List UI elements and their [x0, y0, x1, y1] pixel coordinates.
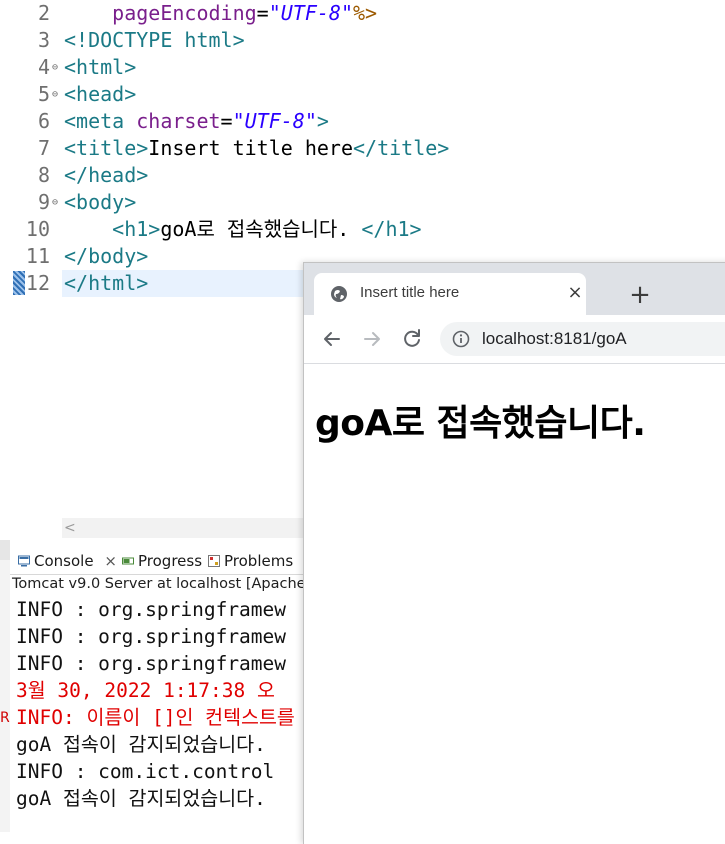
code-token: <!DOCTYPE html> [64, 28, 245, 52]
page-viewport: goA로 접속했습니다. [304, 364, 725, 844]
code-text: <title>Insert title here</title> [64, 135, 449, 162]
new-tab-plus-icon[interactable]: + [626, 281, 654, 309]
line-number: 9 [37, 190, 50, 214]
console-line: INFO : org.springframew [16, 598, 287, 621]
tab-problems[interactable]: Problems [208, 550, 293, 572]
code-text: <meta charset="UTF-8"> [64, 108, 329, 135]
browser-toolbar: localhost:8181/goA [304, 315, 725, 364]
code-token: > [316, 109, 329, 133]
code-token: %> [353, 1, 378, 25]
console-line: INFO : com.ict.control [16, 760, 275, 783]
code-token: <body> [64, 190, 137, 214]
code-text: <!DOCTYPE html> [64, 27, 245, 54]
tab-close-icon[interactable]: × [564, 282, 586, 304]
line-number: 7 [37, 136, 50, 160]
problems-icon [208, 555, 220, 567]
page-heading: goA로 접속했습니다. [315, 403, 646, 444]
progress-icon [122, 557, 134, 565]
code-text: <html> [64, 54, 136, 81]
code-token: charset [136, 109, 221, 133]
code-token: </title> [353, 136, 450, 160]
back-arrow-icon[interactable] [318, 325, 346, 353]
browser-tab-title: Insert title here [360, 284, 460, 301]
code-token: <meta [64, 109, 137, 133]
address-bar[interactable]: localhost:8181/goA [440, 322, 725, 356]
line-number: 4 [37, 55, 50, 79]
code-token: = [220, 109, 233, 133]
fold-toggle-icon[interactable]: ⊖ [52, 81, 58, 108]
fold-toggle-icon[interactable]: ⊖ [52, 189, 58, 216]
code-text: <h1>goA로 접속했습니다. </h1> [64, 216, 422, 243]
code-token: </head> [64, 163, 149, 187]
console-process-title: Tomcat v9.0 Server at localhost [Apache … [12, 576, 326, 592]
line-number: 8 [37, 163, 50, 187]
code-token: </h1> [361, 217, 422, 241]
line-number: 5 [37, 82, 50, 106]
code-text: </head> [64, 162, 148, 189]
reload-icon[interactable] [398, 325, 426, 353]
code-token: pageEncoding [112, 1, 257, 25]
code-line[interactable]: 9 ⊖ <body> [0, 189, 725, 216]
code-token: <head> [64, 82, 137, 106]
code-line[interactable]: 3 <!DOCTYPE html> [0, 27, 725, 54]
url-text: localhost:8181/goA [482, 329, 627, 348]
browser-tab-active[interactable]: Insert title here × [314, 273, 586, 315]
browser-tab-strip: Insert title here × + [304, 263, 725, 315]
code-text: </html> [64, 270, 148, 297]
forward-arrow-icon[interactable] [358, 325, 386, 353]
code-line[interactable]: 4 ⊖ <html> [0, 54, 725, 81]
line-number: 3 [37, 28, 50, 52]
code-text: pageEncoding="UTF-8"%> [64, 0, 377, 27]
console-line: goA 접속이 감지되었습니다. [16, 733, 266, 756]
line-number: 12 [25, 271, 50, 295]
browser-window: Insert title here × + localhost:8181/goA… [303, 262, 725, 844]
line-number: 10 [25, 217, 50, 241]
code-token: = [256, 1, 269, 25]
code-token: <h1> [112, 217, 161, 241]
info-icon[interactable] [452, 330, 470, 348]
console-line: INFO: 이름이 []인 컨텍스트를 [16, 706, 295, 729]
console-line: goA 접속이 감지되었습니다. [16, 787, 266, 810]
code-token: </html> [64, 271, 149, 295]
console-line: INFO : org.springframew [16, 652, 287, 675]
code-line[interactable]: 8 </head> [0, 162, 725, 189]
tab-console[interactable]: Console × [18, 550, 117, 572]
tab-progress-label: Progress [138, 552, 203, 570]
fold-toggle-icon[interactable]: ⊖ [52, 54, 58, 81]
code-line[interactable]: 2 pageEncoding="UTF-8"%> [0, 0, 725, 27]
edge-letter: R [0, 710, 10, 726]
code-token: <html> [64, 55, 137, 79]
line-number: 11 [25, 244, 50, 268]
console-line: INFO : org.springframew [16, 625, 287, 648]
console-icon [18, 555, 30, 567]
code-text: </body> [64, 243, 148, 270]
console-line: 3월 30, 2022 1:17:38 오 [16, 679, 275, 702]
tab-problems-label: Problems [224, 552, 294, 570]
tab-console-close-icon[interactable]: × [104, 552, 117, 570]
editor-horizontal-scrollbar[interactable]: < [62, 518, 312, 538]
tab-progress[interactable]: Progress [122, 550, 202, 572]
code-token: <title> [64, 136, 149, 160]
code-line[interactable]: 7 <title>Insert title here</title> [0, 135, 725, 162]
code-token: Insert title here [148, 136, 353, 160]
code-text: <body> [64, 189, 136, 216]
scroll-left-arrow-icon[interactable]: < [64, 518, 76, 538]
code-token: </body> [64, 244, 149, 268]
code-text: <head> [64, 81, 136, 108]
code-token: "UTF-8" [268, 1, 354, 25]
line-number: 2 [37, 1, 50, 25]
code-token: "UTF-8" [232, 109, 317, 133]
globe-icon [331, 286, 347, 302]
tab-console-label: Console [34, 552, 94, 570]
code-line[interactable]: 6 <meta charset="UTF-8"> [0, 108, 725, 135]
code-line[interactable]: 10 <h1>goA로 접속했습니다. </h1> [0, 216, 725, 243]
console-view-tabs: Console × Progress Problems [10, 546, 310, 575]
line-number: 6 [37, 109, 50, 133]
code-token: goA로 접속했습니다. [160, 217, 362, 241]
code-line[interactable]: 5 ⊖ <head> [0, 81, 725, 108]
